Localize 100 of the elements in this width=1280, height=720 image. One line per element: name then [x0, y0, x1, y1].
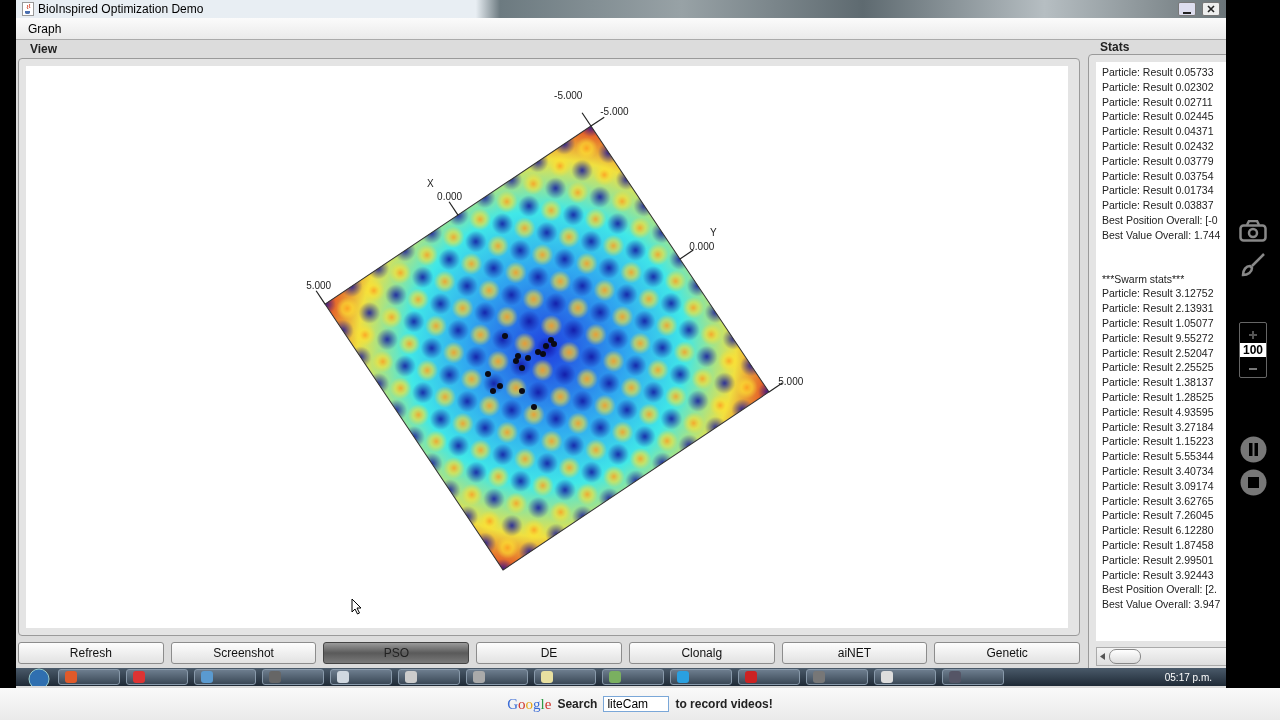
stats-line: Particle: Result 0.05733 [1102, 65, 1215, 80]
stats-line: Best Position Overall: [2. [1102, 582, 1218, 598]
taskbar-button[interactable] [262, 669, 324, 685]
algorithm-button[interactable]: Clonalg [628, 642, 775, 664]
taskbar-button[interactable] [398, 669, 460, 685]
axis-tick [679, 249, 694, 260]
stop-icon [1239, 469, 1267, 496]
app-icon [201, 671, 213, 683]
algorithm-button[interactable]: DE [476, 642, 622, 664]
taskbar-button[interactable] [874, 669, 936, 685]
stats-line: ***Swarm stats*** [1102, 271, 1186, 287]
algorithm-button[interactable]: Genetic [934, 642, 1081, 664]
pause-icon [1239, 436, 1267, 463]
stats-line: Particle: Result 3.92443 [1102, 567, 1215, 583]
close-button[interactable] [1202, 2, 1220, 16]
particle-dot [531, 404, 537, 410]
algorithm-button[interactable]: Screenshot [170, 642, 317, 664]
app-icon [881, 671, 893, 683]
app-icon [405, 671, 417, 683]
stats-line: Particle: Result 1.38137 [1102, 375, 1215, 390]
app-icon [677, 671, 689, 683]
app-icon [269, 671, 281, 683]
scrollbar-thumb[interactable] [1109, 648, 1141, 664]
search-field[interactable]: liteCam [603, 696, 670, 712]
stats-line: Particle: Result 1.05077 [1102, 315, 1215, 331]
menu-item[interactable]: Graph [24, 19, 66, 38]
horizontal-scrollbar[interactable] [1096, 646, 1226, 666]
algorithm-button[interactable]: aiNET [781, 642, 928, 664]
stats-line: Particle: Result 5.55344 [1102, 449, 1215, 464]
taskbar-button[interactable] [194, 669, 256, 685]
axis-title: X [427, 178, 434, 189]
particle-dot [502, 333, 508, 339]
particle-dot [519, 388, 525, 394]
promo-text: to record videos! [675, 697, 773, 711]
axis-tick [590, 116, 605, 127]
taskbar-button[interactable] [58, 669, 120, 685]
stats-line: Particle: Result 0.03837 [1102, 198, 1215, 213]
minus-icon [1249, 365, 1257, 373]
app-icon [541, 671, 553, 683]
stats-line: Particle: Result 0.03779 [1102, 153, 1215, 169]
axis-tick [315, 290, 326, 305]
window-title: BioInspired Optimization Demo [38, 2, 204, 16]
stats-line: Particle: Result 0.04371 [1102, 124, 1215, 139]
taskbar-button[interactable] [738, 669, 800, 685]
particle-dot [485, 371, 491, 377]
stats-line: Particle: Result 3.40734 [1102, 463, 1215, 479]
stats-line: Particle: Result 3.09174 [1102, 478, 1215, 494]
app-icon [745, 671, 757, 683]
algorithm-button[interactable]: Refresh [18, 642, 164, 664]
stats-line: Particle: Result 0.02711 [1102, 94, 1214, 110]
axis-tick-label: 0.000 [689, 241, 715, 253]
clock: 05:17 p.m. [1164, 671, 1213, 683]
particle-dot [525, 355, 531, 361]
taskbar-button[interactable] [466, 669, 528, 685]
stats-line: Particle: Result 0.02432 [1102, 139, 1215, 154]
stats-line: Particle: Result 1.87458 [1102, 537, 1215, 553]
stats-line: Particle: Result 0.03754 [1102, 168, 1215, 184]
app-icon [473, 671, 485, 683]
axis-tick-label: -5.000 [554, 89, 583, 101]
brush-icon [1240, 252, 1266, 278]
camera-icon [1239, 220, 1267, 242]
taskbar-button[interactable] [534, 669, 596, 685]
taskbar-button[interactable] [602, 669, 664, 685]
stats-line: Best Value Overall: 3.947 [1102, 597, 1222, 612]
axis-tick [581, 112, 592, 127]
stats-line: Particle: Result 0.02302 [1102, 79, 1215, 95]
axis-tick-label: 5.000 [778, 376, 804, 388]
taskbar-button[interactable] [942, 669, 1004, 685]
stats-line: Particle: Result 0.02445 [1102, 109, 1215, 125]
stats-line: Particle: Result 2.25525 [1102, 360, 1215, 376]
stats-line: Particle: Result 2.13931 [1102, 301, 1215, 316]
app-icon [337, 671, 349, 683]
left-arrow-icon [1100, 652, 1105, 660]
axis-title: Y [710, 227, 717, 238]
start-orb-icon [26, 668, 52, 686]
axis-tick-label: 0.000 [437, 190, 463, 202]
stats-line: Particle: Result 7.26045 [1102, 508, 1215, 524]
stats-line: Particle: Result 4.93595 [1102, 404, 1215, 420]
minimize-button[interactable] [1178, 2, 1196, 16]
stats-line: Particle: Result 2.99501 [1102, 552, 1215, 568]
taskbar-button[interactable] [330, 669, 392, 685]
app-icon [949, 671, 961, 683]
stats-line: Particle: Result 1.28525 [1102, 389, 1215, 405]
stats-line: Particle: Result 3.12752 [1102, 286, 1215, 302]
taskbar-button[interactable] [126, 669, 188, 685]
axis-tick-label: 5.000 [306, 279, 332, 291]
cursor-icon [351, 598, 362, 615]
app-icon [609, 671, 621, 683]
taskbar-button[interactable] [806, 669, 868, 685]
logo: Google [507, 695, 552, 713]
minimize-icon [1183, 11, 1191, 15]
stats-line: Particle: Result 9.55272 [1102, 330, 1215, 346]
panel-title: Stats [1100, 40, 1130, 54]
close-icon [1207, 5, 1215, 13]
stats-line: Particle: Result 1.15223 [1102, 434, 1215, 450]
stats-line: Particle: Result 3.27184 [1102, 419, 1215, 435]
taskbar-button[interactable] [670, 669, 732, 685]
app-icon [813, 671, 825, 683]
axis-tick [448, 201, 459, 216]
stats-line: Particle: Result 0.01734 [1102, 183, 1215, 199]
